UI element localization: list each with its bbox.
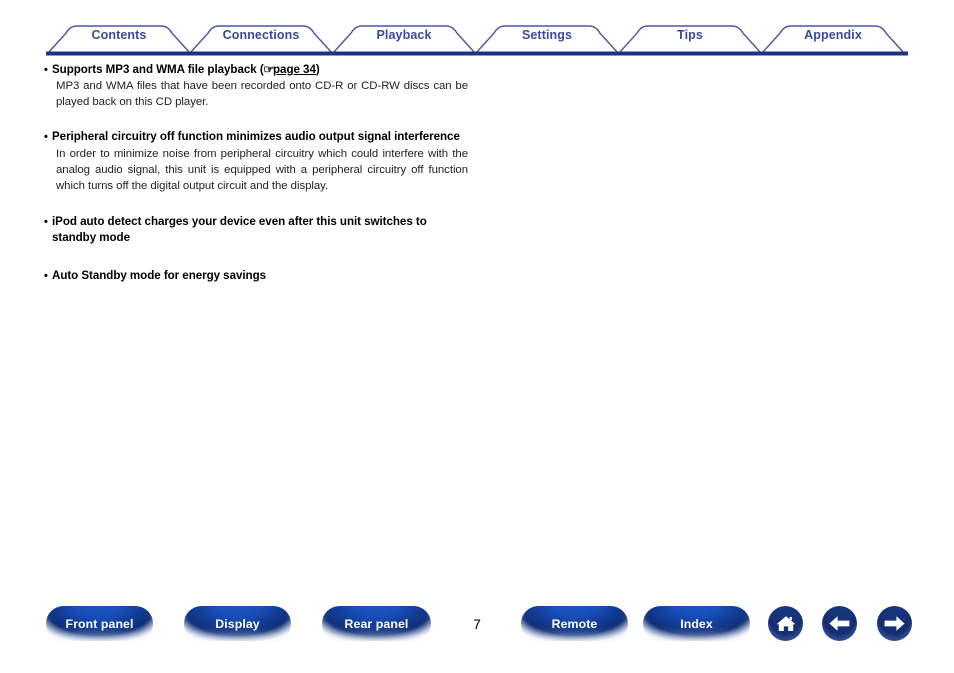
pointing-hand-icon: ☞ — [262, 64, 274, 76]
footer-navigation: 7 Front panel Display Rear panel Remote Inde… — [0, 606, 954, 652]
home-button[interactable] — [768, 606, 803, 641]
tab-settings[interactable]: Settings — [522, 28, 572, 42]
bullet-heading: Auto Standby mode for energy savings — [44, 268, 468, 285]
page-number: 7 — [473, 615, 481, 632]
tab-connections[interactable]: Connections — [223, 28, 300, 42]
bullet-heading: Peripheral circuitry off function minimi… — [44, 129, 468, 146]
tab-playback[interactable]: Playback — [376, 28, 431, 42]
bullet-heading-text-after: ) — [315, 63, 320, 76]
home-icon — [775, 614, 797, 634]
bullet-heading: Supports MP3 and WMA file playback (☞pag… — [44, 62, 468, 79]
rear-panel-button[interactable]: Rear panel — [322, 606, 431, 641]
bullet-body: In order to minimize noise from peripher… — [56, 147, 468, 192]
remote-button[interactable]: Remote — [521, 606, 628, 641]
tab-baseline — [46, 51, 908, 56]
arrow-left-button[interactable] — [822, 606, 857, 641]
bullet-heading-text-before: Supports MP3 and WMA file playback ( — [52, 63, 264, 76]
tab-tips[interactable]: Tips — [677, 28, 703, 42]
bullet-block: Supports MP3 and WMA file playback (☞pag… — [44, 62, 468, 110]
front-panel-button[interactable]: Front panel — [46, 606, 153, 641]
bullet-block: Peripheral circuitry off function minimi… — [44, 129, 468, 194]
bullet-block: iPod auto detect charges your device eve… — [44, 214, 468, 247]
bullet-block: Auto Standby mode for energy savings — [44, 268, 468, 285]
arrow-left-icon — [828, 615, 851, 632]
arrow-right-button[interactable] — [877, 606, 912, 641]
index-button[interactable]: Index — [643, 606, 750, 641]
tab-contents[interactable]: Contents — [92, 28, 147, 42]
page-reference-link[interactable]: page 34 — [273, 63, 316, 76]
tab-bar: Contents Connections Playback Settings Tips A… — [0, 0, 954, 60]
tab-appendix[interactable]: Appendix — [804, 28, 862, 42]
page-content: Supports MP3 and WMA file playback (☞pag… — [44, 62, 468, 296]
bullet-heading: iPod auto detect charges your device eve… — [44, 214, 470, 247]
bullet-body: MP3 and WMA files that have been recorde… — [56, 80, 468, 109]
display-button[interactable]: Display — [184, 606, 291, 641]
arrow-right-icon — [883, 615, 906, 632]
